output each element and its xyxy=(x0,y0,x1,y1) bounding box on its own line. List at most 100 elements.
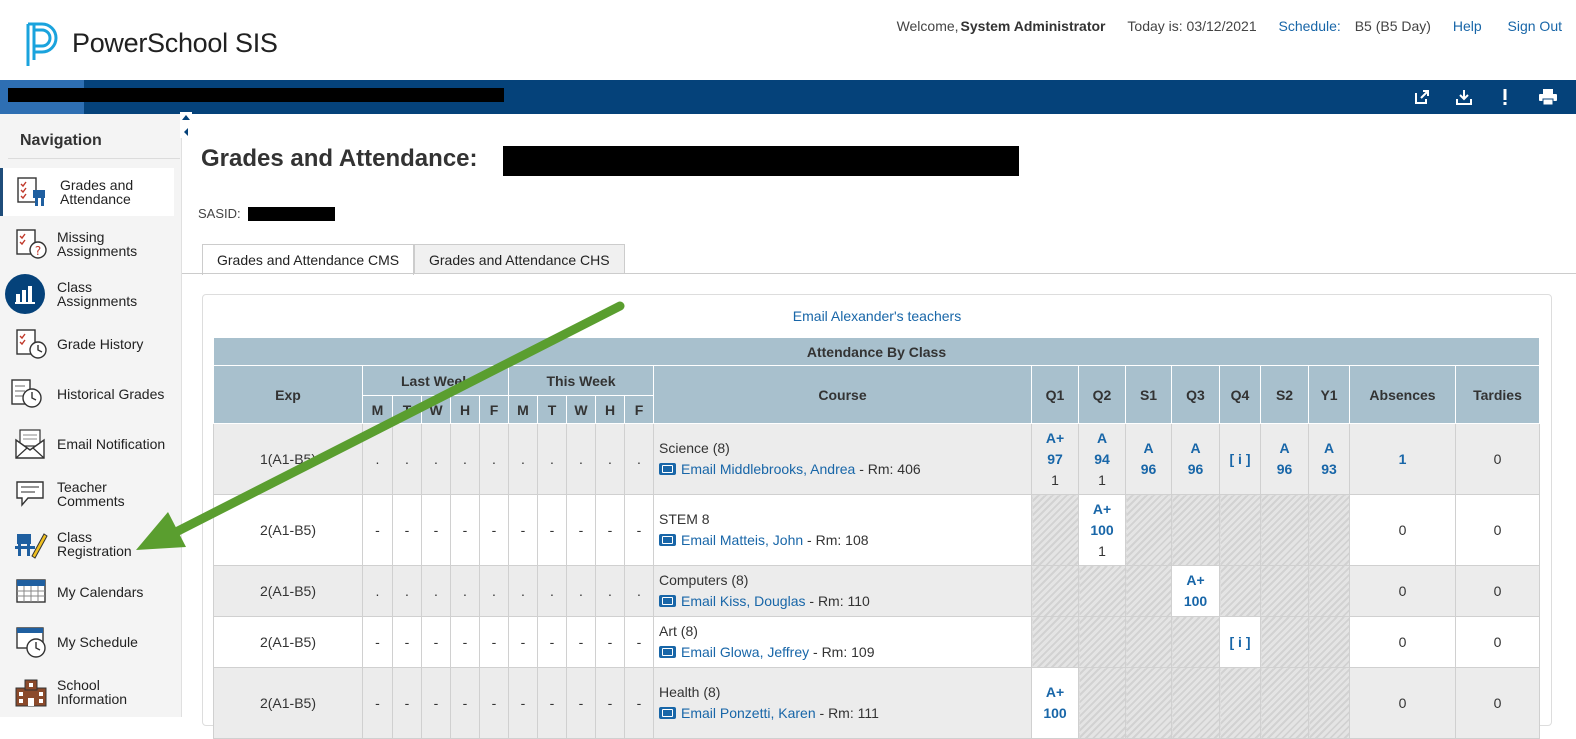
course-name: Science (8) xyxy=(659,440,730,456)
col-header-q2[interactable]: Q2 xyxy=(1078,365,1126,424)
sidebar-item-missing-assignments[interactable]: ? Missing Assignments xyxy=(0,220,174,268)
attendance-cell: . xyxy=(450,565,480,617)
table-row: 1(A1-B5).......... Science (8) Email Mid… xyxy=(213,423,1540,495)
collapse-sidebar-icon[interactable] xyxy=(180,112,192,138)
absences-cell: 0 xyxy=(1349,667,1456,739)
grade-letter[interactable]: A xyxy=(1309,438,1349,459)
teacher-email-link[interactable]: Email Matteis, John xyxy=(681,532,803,548)
attendance-cell: . xyxy=(362,423,393,495)
grade-cell-empty xyxy=(1308,494,1350,566)
day-header: W xyxy=(566,395,596,424)
absences-cell: 0 xyxy=(1349,565,1456,617)
sidebar-item-email-notification[interactable]: Email Notification xyxy=(0,420,174,468)
grade-cell[interactable]: A+ 100 1 xyxy=(1078,494,1126,566)
col-header-y1[interactable]: Y1 xyxy=(1308,365,1350,424)
room-text: - Rm: 110 xyxy=(805,593,870,609)
grade-cell-empty xyxy=(1125,494,1172,566)
day-header: T xyxy=(392,395,422,424)
sidebar-item-label: School Information xyxy=(57,677,128,707)
sidebar-item-teacher-comments[interactable]: Teacher Comments xyxy=(0,470,174,518)
alert-icon[interactable] xyxy=(1496,88,1514,106)
grade-cell[interactable]: A 96 xyxy=(1260,423,1309,495)
grade-cell[interactable]: A 96 xyxy=(1125,423,1172,495)
teacher-email-link[interactable]: Email Ponzetti, Karen xyxy=(681,705,816,721)
sidebar-item-historical-grades[interactable]: Historical Grades xyxy=(0,370,174,418)
grade-letter[interactable]: A xyxy=(1079,428,1125,449)
grade-cell[interactable]: A+ 97 1 xyxy=(1031,423,1079,495)
col-header-s2[interactable]: S2 xyxy=(1260,365,1309,424)
tardies-cell: 0 xyxy=(1455,494,1540,566)
grade-cell-empty xyxy=(1031,494,1079,566)
sidebar-item-school-information[interactable]: School Information xyxy=(0,668,174,716)
sidebar-item-grades-and-attendance[interactable]: Grades and Attendance xyxy=(0,168,174,216)
help-link[interactable]: Help xyxy=(1453,18,1482,34)
grade-cell[interactable]: [ i ] xyxy=(1219,616,1261,668)
grade-letter[interactable]: [ i ] xyxy=(1220,449,1260,470)
sidebar-item-my-schedule[interactable]: My Schedule xyxy=(0,618,174,666)
download-icon[interactable] xyxy=(1455,88,1473,106)
grade-score[interactable]: 96 xyxy=(1172,459,1219,480)
grade-score[interactable]: 94 xyxy=(1079,449,1125,470)
col-header-s1[interactable]: S1 xyxy=(1125,365,1172,424)
grade-score[interactable]: 96 xyxy=(1126,459,1171,480)
email-icon[interactable] xyxy=(659,463,676,475)
sidebar-item-class-assignments[interactable]: Class Assignments xyxy=(0,270,174,318)
tab-grades-attendance-cms[interactable]: Grades and Attendance CMS xyxy=(202,244,415,275)
tardies-cell: 0 xyxy=(1455,565,1540,617)
grade-cell[interactable]: A 94 1 xyxy=(1078,423,1126,495)
grade-cell[interactable]: A 93 xyxy=(1308,423,1350,495)
teacher-email-link[interactable]: Email Middlebrooks, Andrea xyxy=(681,461,855,477)
attendance-cell: - xyxy=(508,616,538,668)
tab-grades-attendance-chs[interactable]: Grades and Attendance CHS xyxy=(414,244,625,274)
grade-letter[interactable]: A xyxy=(1261,438,1308,459)
teacher-email-link[interactable]: Email Glowa, Jeffrey xyxy=(681,644,809,660)
email-all-teachers-link[interactable]: Email Alexander's teachers xyxy=(793,308,961,324)
grade-cell[interactable]: A+ 100 xyxy=(1031,667,1079,739)
day-header: M xyxy=(362,395,393,424)
col-header-q1[interactable]: Q1 xyxy=(1031,365,1079,424)
grade-score[interactable]: 97 xyxy=(1032,449,1078,470)
col-header-q3[interactable]: Q3 xyxy=(1171,365,1220,424)
grade-score[interactable]: 100 xyxy=(1032,703,1078,724)
grade-letter[interactable]: [ i ] xyxy=(1220,632,1260,653)
grade-letter[interactable]: A+ xyxy=(1032,428,1078,449)
sidebar-item-grade-history[interactable]: Grade History xyxy=(0,320,174,368)
email-icon[interactable] xyxy=(659,534,676,546)
attendance-cell: - xyxy=(479,616,509,668)
absences-value[interactable]: 1 xyxy=(1350,449,1455,470)
grade-cell[interactable]: [ i ] xyxy=(1219,423,1261,495)
attendance-table: Attendance By Class Exp Last Week This W… xyxy=(213,337,1540,739)
attendance-cell: - xyxy=(479,494,509,566)
print-icon[interactable] xyxy=(1538,88,1558,106)
sidebar-item-class-registration[interactable]: Class Registration xyxy=(0,520,174,568)
email-icon[interactable] xyxy=(659,707,676,719)
grade-letter[interactable]: A+ xyxy=(1079,499,1125,520)
email-icon[interactable] xyxy=(659,595,676,607)
grade-score[interactable]: 96 xyxy=(1261,459,1308,480)
col-header-q4[interactable]: Q4 xyxy=(1219,365,1261,424)
attendance-cell: - xyxy=(595,667,625,739)
schedule-label[interactable]: Schedule: xyxy=(1279,18,1341,34)
attendance-cell: - xyxy=(624,494,654,566)
grade-cell-empty xyxy=(1171,494,1220,566)
room-text: - Rm: 406 xyxy=(855,461,921,477)
grade-letter[interactable]: A xyxy=(1126,438,1171,459)
external-link-icon[interactable] xyxy=(1413,88,1431,106)
sidebar-item-my-calendars[interactable]: My Calendars xyxy=(0,568,174,616)
grade-letter[interactable]: A xyxy=(1172,438,1219,459)
attendance-cell: - xyxy=(566,616,596,668)
grade-letter[interactable]: A+ xyxy=(1172,570,1219,591)
grade-cell[interactable]: A+ 100 xyxy=(1171,565,1220,617)
grade-score[interactable]: 93 xyxy=(1309,459,1349,480)
schedule-icon xyxy=(16,627,46,658)
course-cell: Art (8) Email Glowa, Jeffrey - Rm: 109 xyxy=(653,616,1032,668)
teacher-email-link[interactable]: Email Kiss, Douglas xyxy=(681,593,806,609)
sidebar-item-label: Missing Assignments xyxy=(57,229,138,259)
grade-letter[interactable]: A+ xyxy=(1032,682,1078,703)
sign-out-link[interactable]: Sign Out xyxy=(1508,18,1562,34)
grade-score[interactable]: 100 xyxy=(1079,520,1125,541)
grade-score[interactable]: 100 xyxy=(1172,591,1219,612)
grade-cell[interactable]: A 96 xyxy=(1171,423,1220,495)
absences-cell[interactable]: 1 xyxy=(1349,423,1456,495)
email-icon[interactable] xyxy=(659,646,676,658)
